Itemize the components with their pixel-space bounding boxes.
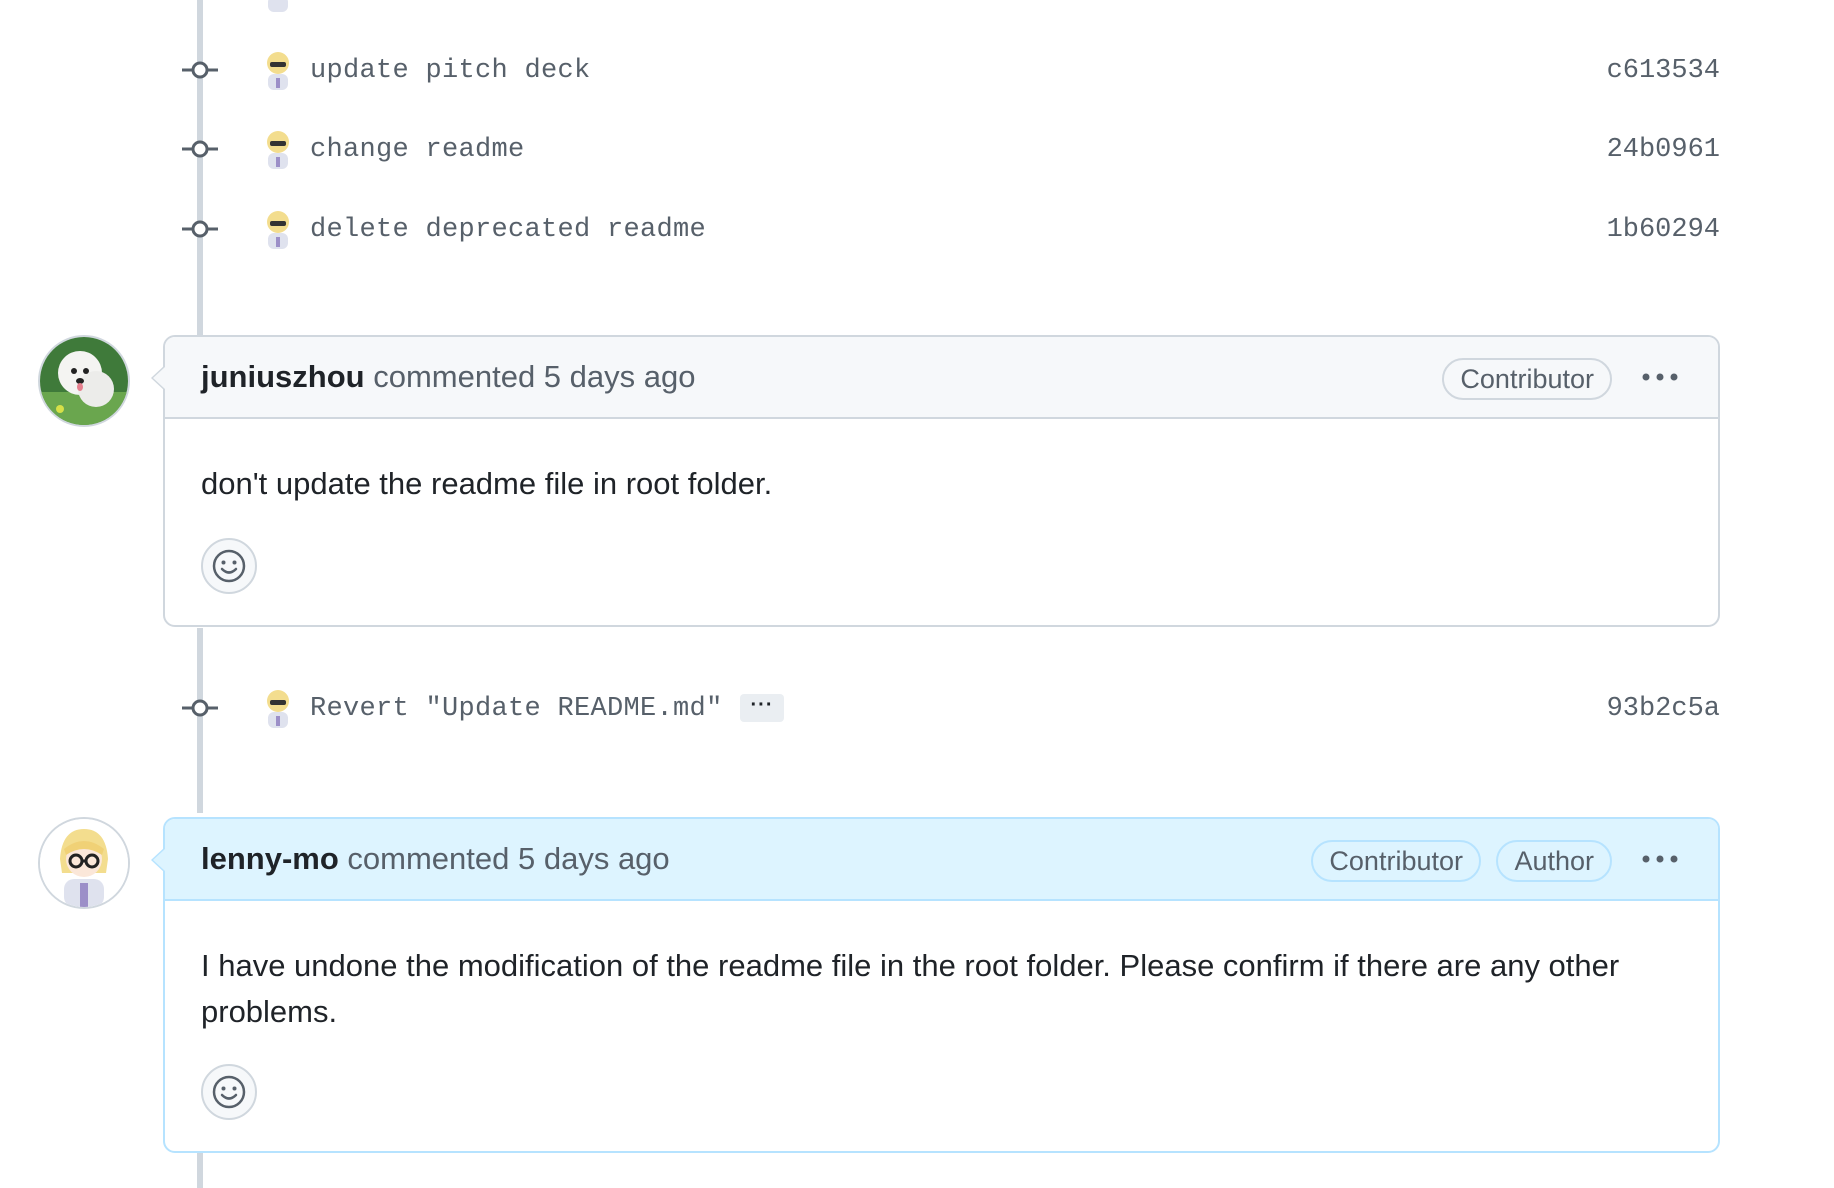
contributor-badge: Contributor xyxy=(1311,840,1481,882)
git-commit-icon xyxy=(180,696,220,720)
comment-pointer xyxy=(151,847,165,873)
expand-commit-message-button[interactable]: ··· xyxy=(740,694,784,722)
comment-pointer xyxy=(151,365,165,391)
author-badge: Author xyxy=(1496,840,1612,882)
comment-header-text: juniuszhou commented 5 days ago xyxy=(201,359,695,395)
comment-body: don't update the readme file in root fol… xyxy=(201,466,773,501)
comment-author-link[interactable]: lenny-mo xyxy=(201,841,339,876)
comment-timestamp[interactable]: commented 5 days ago xyxy=(373,359,695,394)
commit-author-avatar[interactable] xyxy=(260,686,296,730)
comment-card-author: lenny-mo commented 5 days ago Contributo… xyxy=(151,817,1720,1153)
git-commit-icon xyxy=(180,58,220,82)
commit-message-link[interactable]: update pitch deck xyxy=(310,56,591,86)
timeline-line xyxy=(197,1152,203,1188)
git-commit-icon xyxy=(180,217,220,241)
commit-row: Revert "Update README.md" ··· 93b2c5a xyxy=(180,686,1720,730)
smiley-icon xyxy=(212,549,246,583)
commit-sha-link[interactable]: 1b60294 xyxy=(1607,215,1720,245)
comment-body: I have undone the modification of the re… xyxy=(201,948,1620,1029)
commenter-avatar[interactable] xyxy=(38,335,130,427)
commit-row: delete deprecated readme 1b60294 xyxy=(180,207,1720,251)
commit-author-avatar[interactable] xyxy=(260,207,296,251)
comment-timestamp[interactable]: commented 5 days ago xyxy=(347,841,669,876)
commenter-avatar[interactable] xyxy=(38,817,130,909)
smiley-icon xyxy=(212,1075,246,1109)
add-reaction-button[interactable] xyxy=(201,1064,257,1120)
commit-row-partial xyxy=(180,0,1720,14)
commit-sha-link[interactable]: c613534 xyxy=(1607,56,1720,86)
commit-message-link[interactable]: change readme xyxy=(310,135,525,165)
commit-sha-link[interactable]: 24b0961 xyxy=(1607,135,1720,165)
kebab-horizontal-icon[interactable] xyxy=(1638,839,1682,879)
commit-message-link[interactable]: delete deprecated readme xyxy=(310,215,706,245)
comment-header-text: lenny-mo commented 5 days ago xyxy=(201,841,670,877)
comment-card: juniuszhou commented 5 days ago Contribu… xyxy=(151,335,1720,627)
commit-author-avatar[interactable] xyxy=(260,127,296,171)
kebab-horizontal-icon[interactable] xyxy=(1638,357,1682,397)
comment-header: lenny-mo commented 5 days ago Contributo… xyxy=(165,819,1718,901)
commit-author-avatar[interactable] xyxy=(260,48,296,92)
comment-header: juniuszhou commented 5 days ago Contribu… xyxy=(165,337,1718,419)
commit-row: change readme 24b0961 xyxy=(180,127,1720,171)
git-commit-icon xyxy=(180,137,220,161)
commit-message-link[interactable]: Revert "Update README.md" xyxy=(310,694,723,724)
commit-row: update pitch deck c613534 xyxy=(180,48,1720,92)
commit-author-avatar xyxy=(260,0,296,14)
comment-author-link[interactable]: juniuszhou xyxy=(201,359,365,394)
add-reaction-button[interactable] xyxy=(201,538,257,594)
contributor-badge: Contributor xyxy=(1442,358,1612,400)
commit-sha-link[interactable]: 93b2c5a xyxy=(1607,694,1720,724)
